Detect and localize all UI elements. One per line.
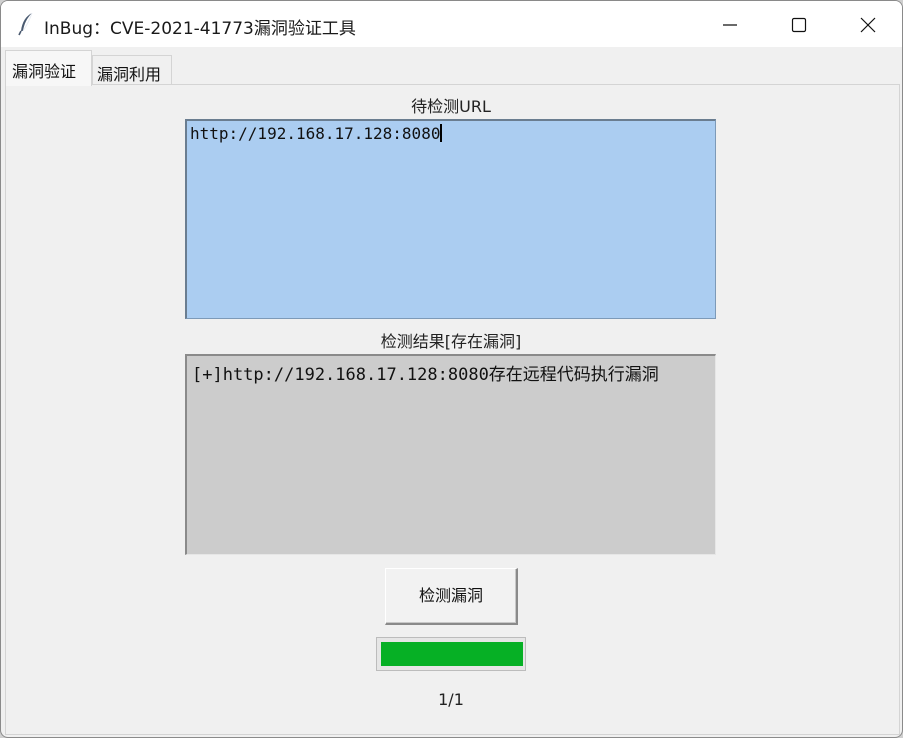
close-button[interactable]	[837, 1, 897, 47]
feather-icon	[17, 12, 37, 36]
url-text: http://192.168.17.128:8080	[190, 124, 443, 143]
title-bar[interactable]: InBug：CVE-2021-41773漏洞验证工具	[1, 1, 902, 47]
window-title: InBug：CVE-2021-41773漏洞验证工具	[44, 19, 356, 39]
maximize-icon	[791, 17, 807, 33]
minimize-icon	[723, 24, 737, 26]
progress-fill	[381, 642, 523, 666]
maximize-button[interactable]	[768, 1, 828, 47]
result-label: 检测结果[存在漏洞]	[380, 332, 522, 351]
close-icon	[860, 17, 876, 33]
result-text: [+]http://192.168.17.128:8080存在远程代码执行漏洞	[192, 365, 659, 385]
result-output[interactable]: [+]http://192.168.17.128:8080存在远程代码执行漏洞	[185, 354, 716, 555]
url-value: http://192.168.17.128:8080	[190, 124, 441, 143]
progress-bar	[376, 637, 526, 671]
url-label: 待检测URL	[411, 97, 491, 116]
tab-vuln-exploit[interactable]: 漏洞利用	[92, 55, 172, 85]
check-vuln-button[interactable]: 检测漏洞	[385, 568, 518, 625]
progress-count: 1/1	[438, 690, 464, 709]
tab-vuln-verify[interactable]: 漏洞验证	[5, 50, 92, 86]
tab-bar: 漏洞验证 漏洞利用	[1, 47, 902, 86]
app-window: InBug：CVE-2021-41773漏洞验证工具 漏洞验证 漏洞利用 待检测…	[0, 0, 903, 738]
text-caret	[440, 124, 443, 142]
minimize-button[interactable]	[699, 1, 759, 47]
url-input[interactable]: http://192.168.17.128:8080	[185, 119, 716, 319]
